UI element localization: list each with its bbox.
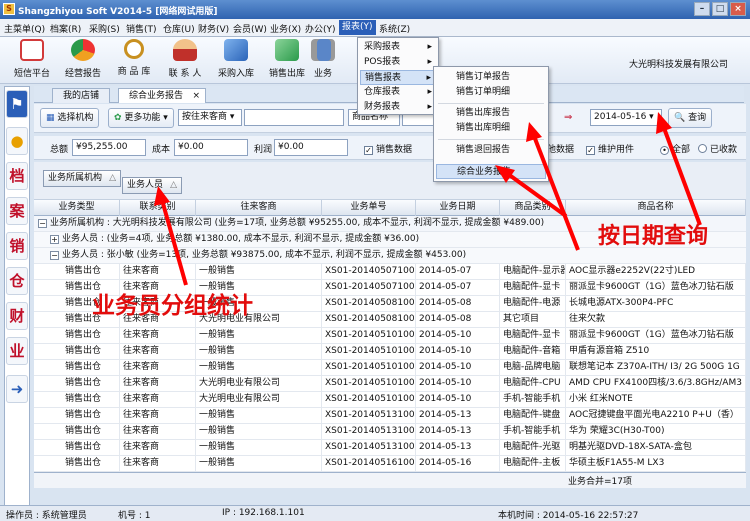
annotation-date-query: 按日期查询	[598, 224, 709, 249]
annotation-group-stat: 业务员分组统计	[92, 293, 253, 319]
annotation-arrows	[154, 112, 702, 286]
arrow-to-query-head	[526, 122, 542, 142]
arrow-to-group-line	[160, 199, 188, 286]
arrow-to-menu-head	[495, 165, 515, 183]
arrow-to-group-head	[154, 186, 170, 206]
arrow-to-query-line	[532, 135, 580, 251]
arrow-to-date-head	[656, 112, 672, 134]
arrow-to-date-line	[662, 127, 702, 226]
